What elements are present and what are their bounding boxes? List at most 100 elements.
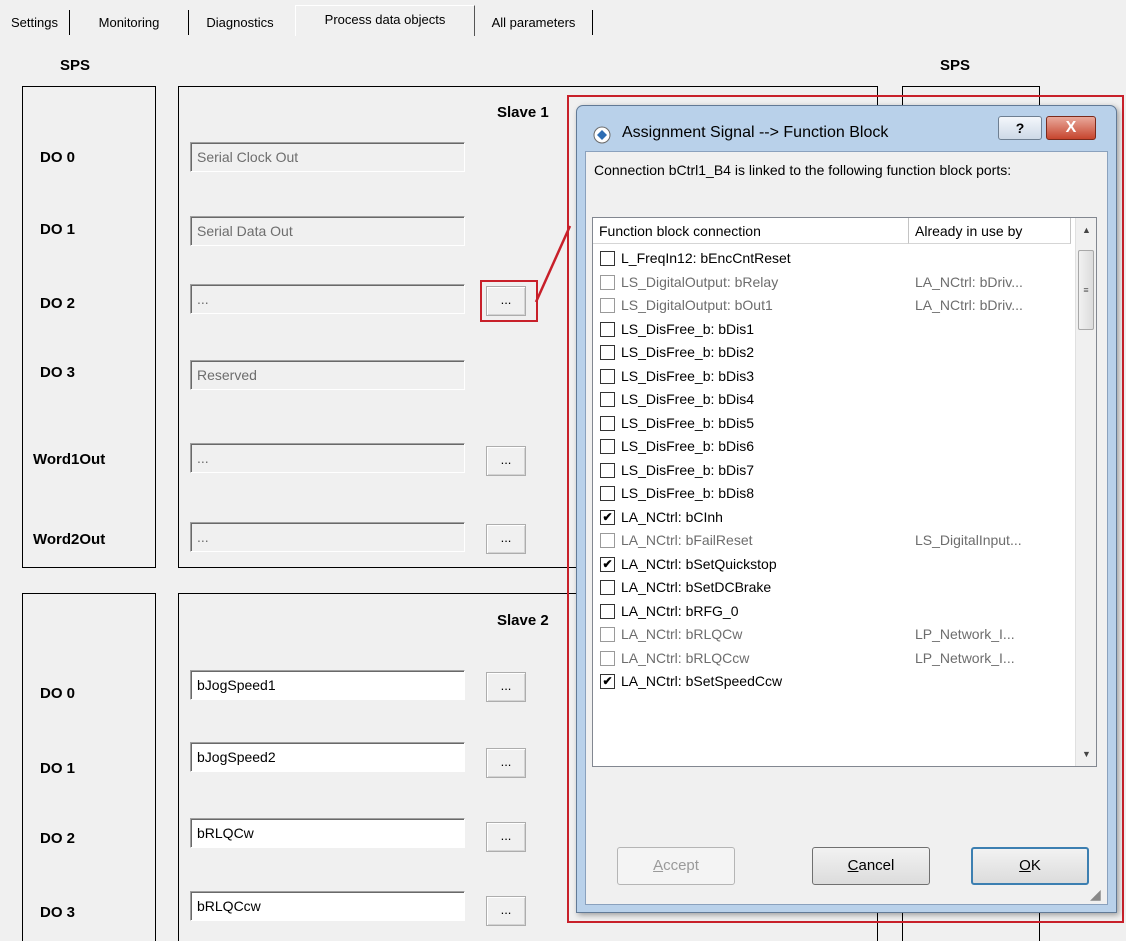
tab-settings[interactable]: Settings [0, 10, 70, 35]
list-item[interactable]: L_FreqIn12: bEncCntReset [593, 248, 1071, 271]
assignment-dialog: Assignment Signal --> Function Block ? X… [576, 105, 1117, 913]
list-item-in-use: LA_NCtrl: bDriv... [915, 297, 1023, 313]
list-item-in-use: LP_Network_I... [915, 626, 1015, 642]
list-item[interactable]: LS_DisFree_b: bDis4 [593, 389, 1071, 412]
list-item: LA_NCtrl: bFailReset LS_DigitalInput... [593, 530, 1071, 553]
list-item-name: LA_NCtrl: bSetSpeedCcw [621, 673, 783, 689]
slave1-word2out-browse-button[interactable]: ... [486, 524, 526, 554]
list-item-name: LS_DisFree_b: bDis3 [621, 367, 755, 384]
right-sps-header: SPS [940, 57, 971, 74]
scroll-thumb[interactable]: ≡ [1078, 250, 1094, 330]
slave1-do2-field[interactable]: ... [190, 284, 465, 314]
list-item: LA_NCtrl: bRLQCcw LP_Network_I... [593, 648, 1071, 671]
slave2-do3-field[interactable]: bRLQCcw [190, 891, 465, 921]
checkbox[interactable] [600, 251, 615, 266]
slave2-do0-field[interactable]: bJogSpeed1 [190, 670, 465, 700]
cancel-mnemonic: C [847, 857, 859, 874]
function-block-list[interactable]: Function block connection Already in use… [592, 217, 1097, 767]
ok-mnemonic: O [1019, 857, 1031, 874]
list-item[interactable]: LS_DisFree_b: bDis3 [593, 366, 1071, 389]
accept-button[interactable]: Accept [617, 847, 735, 885]
slave1-word1out-field[interactable]: ... [190, 443, 465, 473]
tab-diagnostics[interactable]: Diagnostics [189, 10, 291, 35]
accept-label-rest: ccept [663, 857, 699, 874]
slave2-do2-field[interactable]: bRLQCw [190, 818, 465, 848]
slave2-do1-label: DO 1 [40, 760, 76, 777]
resize-grip-icon[interactable]: ◢ [1090, 887, 1104, 901]
close-button[interactable]: X [1046, 116, 1096, 140]
slave1-do3-label: DO 3 [40, 364, 76, 381]
checkbox [600, 533, 615, 548]
checkbox [600, 274, 615, 290]
checkbox[interactable] [600, 345, 615, 360]
list-item[interactable]: LS_DisFree_b: bDis7 [593, 460, 1071, 483]
checkbox[interactable] [600, 321, 615, 337]
checkbox-checked[interactable]: ✔ [600, 674, 615, 689]
list-item-name: LA_NCtrl: bFailReset [621, 532, 753, 548]
checkbox [600, 298, 615, 313]
slave2-do0-label: DO 0 [40, 685, 76, 702]
slave2-do0-browse-button[interactable]: ... [486, 672, 526, 702]
list-item-in-use: LS_DigitalInput... [915, 532, 1022, 548]
column-header-in-use[interactable]: Already in use by [909, 218, 1071, 244]
checkbox[interactable] [600, 439, 615, 454]
app-icon [593, 126, 611, 144]
list-item[interactable]: ✔ LA_NCtrl: bCInh [593, 507, 1071, 530]
scroll-up-arrow-icon[interactable]: ▲ [1076, 220, 1096, 240]
checkbox-checked[interactable]: ✔ [600, 556, 615, 572]
dialog-message: Connection bCtrl1_B4 is linked to the fo… [594, 162, 1012, 178]
tab-bar: Settings Monitoring Diagnostics Process … [0, 0, 1126, 44]
list-item-name: LS_DisFree_b: bDis1 [621, 320, 755, 337]
checkbox[interactable] [600, 462, 615, 478]
list-scrollbar[interactable]: ▲ ≡ ▼ [1075, 218, 1096, 766]
list-item-name: LA_NCtrl: bSetDCBrake [621, 579, 772, 595]
list-item-name: LS_DisFree_b: bDis7 [621, 461, 755, 478]
list-item-name: LA_NCtrl: bRLQCw [621, 626, 743, 642]
checkbox[interactable] [600, 603, 615, 619]
list-item[interactable]: LS_DisFree_b: bDis2 [593, 342, 1071, 365]
checkbox-checked[interactable]: ✔ [600, 509, 615, 525]
slave2-do3-browse-button[interactable]: ... [486, 896, 526, 926]
scroll-down-arrow-icon[interactable]: ▼ [1076, 744, 1096, 764]
list-item-name: LA_NCtrl: bSetQuickstop [621, 555, 777, 572]
tab-monitoring[interactable]: Monitoring [70, 10, 189, 35]
list-item[interactable]: LS_DisFree_b: bDis5 [593, 413, 1071, 436]
checkbox[interactable] [600, 368, 615, 384]
slave2-do1-field[interactable]: bJogSpeed2 [190, 742, 465, 772]
ok-button[interactable]: OK [971, 847, 1089, 885]
column-header-connection[interactable]: Function block connection [593, 218, 909, 244]
list-item[interactable]: ✔ LA_NCtrl: bSetSpeedCcw [593, 671, 1071, 694]
checkbox[interactable] [600, 580, 615, 595]
list-item: LA_NCtrl: bRLQCw LP_Network_I... [593, 624, 1071, 647]
slave1-do3-field[interactable]: Reserved [190, 360, 465, 390]
slave1-do1-label: DO 1 [40, 221, 76, 238]
left-sps-header: SPS [60, 57, 91, 74]
list-item[interactable]: LA_NCtrl: bRFG_0 [593, 601, 1071, 624]
list-item-name: LS_DisFree_b: bDis2 [621, 344, 755, 360]
help-button[interactable]: ? [998, 116, 1042, 140]
list-item-name: LS_DisFree_b: bDis6 [621, 438, 755, 454]
slave2-title: Slave 2 [497, 612, 549, 629]
list-item-in-use: LP_Network_I... [915, 649, 1015, 666]
checkbox[interactable] [600, 415, 615, 431]
slave1-word2out-field[interactable]: ... [190, 522, 465, 552]
slave1-word1out-browse-button[interactable]: ... [486, 446, 526, 476]
list-item[interactable]: LS_DisFree_b: bDis1 [593, 319, 1071, 342]
dialog-title: Assignment Signal --> Function Block [622, 124, 889, 141]
cancel-button[interactable]: Cancel [812, 847, 930, 885]
tab-process-data-objects[interactable]: Process data objects [295, 5, 475, 36]
checkbox[interactable] [600, 486, 615, 501]
slave1-do0-field[interactable]: Serial Clock Out [190, 142, 465, 172]
checkbox[interactable] [600, 392, 615, 407]
list-item[interactable]: ✔ LA_NCtrl: bSetQuickstop [593, 554, 1071, 577]
list-item[interactable]: LS_DisFree_b: bDis6 [593, 436, 1071, 459]
slave2-do2-browse-button[interactable]: ... [486, 822, 526, 852]
list-item[interactable]: LS_DisFree_b: bDis8 [593, 483, 1071, 506]
list-item-name: LA_NCtrl: bRLQCcw [621, 649, 750, 666]
list-item[interactable]: LA_NCtrl: bSetDCBrake [593, 577, 1071, 600]
slave1-do1-field[interactable]: Serial Data Out [190, 216, 465, 246]
slave2-do1-browse-button[interactable]: ... [486, 748, 526, 778]
list-item-name: LS_DigitalOutput: bOut1 [621, 297, 773, 313]
slave1-do2-label: DO 2 [40, 295, 76, 312]
tab-all-parameters[interactable]: All parameters [475, 10, 593, 35]
